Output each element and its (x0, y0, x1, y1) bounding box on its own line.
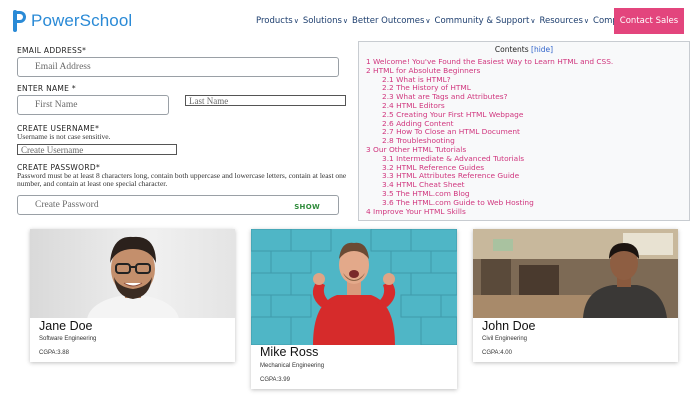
password-placeholder: Create Password (35, 200, 99, 210)
username-placeholder: Create Username (21, 144, 84, 155)
site-header: PowerSchool Products∨ Solutions∨ Better … (0, 0, 700, 44)
student-department: Mechanical Engineering (260, 363, 325, 369)
student-card[interactable]: Mike Ross Mechanical Engineering CGPA:3.… (251, 229, 457, 389)
student-name: Mike Ross (260, 345, 319, 359)
powerschool-logo[interactable]: PowerSchool (12, 9, 132, 33)
email-field[interactable]: Email Address (17, 57, 339, 77)
toc-list: 1 Welcome! You've Found the Easiest Way … (366, 57, 613, 217)
show-password-button[interactable]: SHOW (294, 203, 320, 211)
student-card[interactable]: Jane Doe Software Engineering CGPA:3.88 (30, 229, 235, 362)
toc-hide-link[interactable]: [hide] (531, 45, 553, 54)
nav-resources[interactable]: Resources∨ (539, 16, 589, 26)
nav-products[interactable]: Products∨ (256, 16, 299, 26)
chevron-down-icon: ∨ (530, 17, 536, 25)
email-label: EMAIL ADDRESS* (17, 46, 87, 55)
student-gpa: CGPA:3.88 (39, 350, 69, 356)
main-nav: Products∨ Solutions∨ Better Outcomes∨ Co… (256, 16, 644, 26)
nav-solutions[interactable]: Solutions∨ (303, 16, 348, 26)
email-placeholder: Email Address (35, 62, 91, 72)
student-name: Jane Doe (39, 319, 93, 333)
password-hint: Password must be at least 8 characters l… (17, 171, 347, 188)
first-name-placeholder: First Name (35, 100, 78, 110)
password-field[interactable]: Create Password SHOW (17, 195, 339, 215)
student-gpa: CGPA:4.00 (482, 350, 512, 356)
chevron-down-icon: ∨ (425, 17, 431, 25)
student-photo (30, 229, 235, 318)
last-name-placeholder: Last Name (189, 95, 229, 106)
contact-sales-button[interactable]: Contact Sales (614, 8, 684, 34)
student-photo (251, 229, 457, 345)
logo-text: PowerSchool (31, 11, 133, 30)
student-department: Civil Engineering (482, 336, 528, 342)
student-photo (473, 229, 678, 318)
student-name: John Doe (482, 319, 536, 333)
last-name-field[interactable]: Last Name (185, 95, 346, 106)
powerschool-logo-icon (12, 10, 26, 32)
name-label: ENTER NAME * (17, 84, 76, 93)
student-card[interactable]: John Doe Civil Engineering CGPA:4.00 (473, 229, 678, 362)
first-name-field[interactable]: First Name (17, 95, 169, 115)
chevron-down-icon: ∨ (342, 17, 349, 25)
nav-community-support[interactable]: Community & Support∨ (435, 16, 536, 26)
username-hint: Username is not case sensitive. (17, 132, 111, 141)
toc-item[interactable]: 4 Improve Your HTML Skills (366, 207, 613, 217)
table-of-contents: Contents [hide] 1 Welcome! You've Found … (358, 41, 690, 221)
nav-better-outcomes[interactable]: Better Outcomes∨ (352, 16, 431, 26)
chevron-down-icon: ∨ (293, 17, 299, 25)
toc-title: Contents [hide] (494, 45, 554, 54)
username-field[interactable]: Create Username (17, 144, 177, 155)
chevron-down-icon: ∨ (583, 17, 590, 25)
student-gpa: CGPA:3.99 (260, 377, 290, 383)
student-department: Software Engineering (39, 336, 97, 342)
